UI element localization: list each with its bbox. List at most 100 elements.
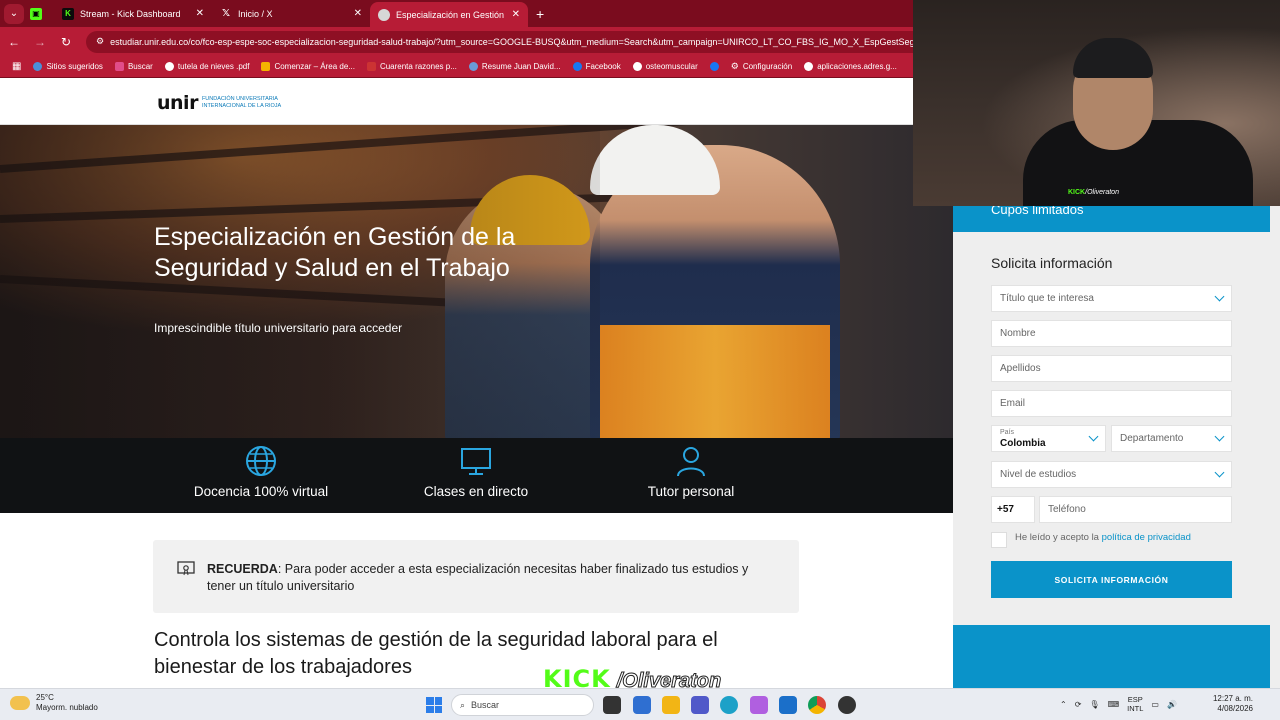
bookmark-label: aplicaciones.adres.g... bbox=[817, 62, 897, 71]
tab-title: Inicio / X bbox=[238, 8, 273, 19]
pais-select[interactable]: País Colombia bbox=[991, 425, 1106, 452]
clock[interactable]: 12:27 a. m. 4/08/2026 bbox=[1205, 694, 1253, 714]
user-icon bbox=[601, 444, 781, 478]
file-explorer-icon[interactable] bbox=[662, 696, 680, 714]
network-icon[interactable]: ▭ bbox=[1151, 700, 1159, 709]
safety-vest bbox=[600, 325, 830, 438]
apellidos-field[interactable]: Apellidos bbox=[991, 355, 1232, 382]
submit-button[interactable]: SOLICITA INFORMACIÓN bbox=[991, 561, 1232, 598]
browser-toolbar: ← → ↻ ⚙ estudiar.unir.edu.co/co/fco-esp-… bbox=[0, 27, 913, 56]
volume-icon[interactable]: 🔊 bbox=[1167, 700, 1177, 709]
privacy-policy-link[interactable]: política de privacidad bbox=[1102, 532, 1191, 543]
hard-hat-white bbox=[590, 125, 720, 195]
obs-icon[interactable] bbox=[838, 696, 856, 714]
info-request-panel: Cupos limitados Solicita información Tít… bbox=[953, 203, 1280, 688]
email-field[interactable]: Email bbox=[991, 390, 1232, 417]
bookmark-item[interactable]: Buscar bbox=[109, 62, 159, 71]
bookmark-item[interactable]: Comenzar – Área de... bbox=[255, 62, 360, 71]
bookmark-item[interactable]: tutela de nieves .pdf bbox=[159, 62, 256, 71]
system-tray: ⌃ ⟳ 🎙 ⌨ ESP INTL ▭ 🔊 bbox=[1060, 695, 1177, 713]
bookmark-item[interactable]: osteomuscular bbox=[627, 62, 704, 71]
tab-especializacion[interactable]: Especialización en Gestión de l... ✕ bbox=[370, 2, 528, 27]
bookmark-label: Comenzar – Área de... bbox=[274, 62, 355, 71]
microphone-icon[interactable]: 🎙 bbox=[1089, 700, 1099, 709]
tab-search-button[interactable]: ⌄ bbox=[4, 3, 24, 24]
browser-tab-strip: ⌄ ▣ K Stream - Kick Dashboard ✕ 𝕏 Inicio… bbox=[0, 0, 913, 27]
forward-button[interactable]: → bbox=[28, 35, 52, 49]
logo-subtitle: FUNDACIÓN UNIVERSITARIA INTERNACIONAL DE… bbox=[201, 96, 282, 109]
bookmark-label: Configuración bbox=[742, 62, 793, 71]
departamento-select[interactable]: Departamento bbox=[1111, 425, 1232, 452]
bookmark-item[interactable]: Cuarenta razones p... bbox=[361, 62, 463, 71]
taskbar-search[interactable]: ⌕ Buscar bbox=[451, 694, 594, 716]
nombre-field[interactable]: Nombre bbox=[991, 320, 1232, 347]
facebook-icon bbox=[572, 62, 582, 71]
kick-icon: ▣ bbox=[30, 7, 42, 20]
weather-text: 25°C Mayorm. nublado bbox=[36, 693, 98, 713]
close-icon[interactable]: ✕ bbox=[354, 8, 362, 19]
bookmark-label: Facebook bbox=[585, 62, 621, 71]
feature-virtual: Docencia 100% virtual bbox=[171, 444, 351, 499]
bookmark-item[interactable]: Facebook bbox=[567, 62, 627, 71]
address-bar[interactable]: ⚙ estudiar.unir.edu.co/co/fco-esp-espe-s… bbox=[86, 30, 913, 53]
bookmark-item[interactable]: aplicaciones.adres.g... bbox=[798, 62, 903, 71]
back-button[interactable]: ← bbox=[2, 35, 26, 49]
reload-button[interactable]: ↻ bbox=[54, 35, 78, 49]
keyboard-icon[interactable]: ⌨ bbox=[1108, 700, 1120, 709]
field-placeholder: Departamento bbox=[1120, 433, 1184, 444]
globe-icon bbox=[171, 444, 351, 478]
bookmark-item[interactable] bbox=[704, 62, 725, 71]
weather-temp: 25°C bbox=[36, 693, 54, 702]
certificate-icon bbox=[177, 560, 195, 581]
bookmark-label: osteomuscular bbox=[645, 62, 698, 71]
nivel-estudios-select[interactable]: Nivel de estudios bbox=[991, 461, 1232, 488]
consent-label: He leído y acepto la bbox=[1015, 532, 1099, 543]
remember-label: RECUERDA bbox=[207, 562, 278, 576]
language-indicator[interactable]: ESP INTL bbox=[1127, 695, 1143, 713]
chevron-up-icon[interactable]: ⌃ bbox=[1060, 700, 1067, 709]
chrome-icon[interactable] bbox=[808, 696, 826, 714]
store-icon[interactable] bbox=[633, 696, 651, 714]
hero-banner: Especialización en Gestión de la Segurid… bbox=[0, 125, 953, 438]
form-title: Solicita información bbox=[991, 255, 1113, 271]
site-info-icon[interactable]: ⚙ bbox=[96, 36, 104, 47]
outlook-icon[interactable] bbox=[779, 696, 797, 714]
teams-icon[interactable] bbox=[691, 696, 709, 714]
resume-icon bbox=[468, 62, 478, 71]
refresh-icon[interactable]: ⟳ bbox=[1075, 700, 1082, 709]
clock-time: 12:27 a. m. bbox=[1212, 694, 1253, 703]
phone-prefix[interactable]: +57 bbox=[991, 496, 1035, 523]
copilot-icon[interactable] bbox=[750, 696, 768, 714]
consent-text: He leído y acepto la política de privaci… bbox=[1015, 532, 1191, 543]
close-icon[interactable]: ✕ bbox=[512, 9, 520, 20]
feature-tutor: Tutor personal bbox=[601, 444, 781, 499]
pais-value: Colombia bbox=[1000, 438, 1046, 449]
tab-pinned[interactable]: ▣ bbox=[24, 0, 54, 27]
bookmark-item[interactable]: ⚙ Configuración bbox=[725, 61, 798, 72]
feature-label: Docencia 100% virtual bbox=[193, 484, 329, 499]
privacy-checkbox[interactable] bbox=[991, 532, 1007, 548]
instagram-icon bbox=[114, 62, 124, 71]
url-text: estudiar.unir.edu.co/co/fco-esp-espe-soc… bbox=[110, 36, 913, 47]
titulo-select[interactable]: Título que te interesa bbox=[991, 285, 1232, 312]
windows-start-icon[interactable] bbox=[426, 697, 442, 713]
apps-icon[interactable]: ▦ bbox=[6, 61, 27, 72]
telefono-field[interactable]: Teléfono bbox=[1039, 496, 1232, 523]
logo-word: unir bbox=[157, 92, 198, 114]
search-icon: ⌕ bbox=[460, 699, 466, 710]
tab-title: Stream - Kick Dashboard bbox=[80, 8, 181, 19]
bookmark-item[interactable]: Resume Juan David... bbox=[463, 62, 567, 71]
remember-body: : Para poder acceder a esta especializac… bbox=[207, 562, 749, 593]
globe-icon bbox=[632, 62, 642, 71]
weather-widget[interactable]: 25°C Mayorm. nublado bbox=[10, 693, 98, 713]
new-tab-button[interactable]: + bbox=[536, 6, 544, 22]
unir-logo[interactable]: unir FUNDACIÓN UNIVERSITARIA INTERNACION… bbox=[157, 92, 297, 114]
kick-icon: K bbox=[62, 7, 74, 20]
tab-x-inicio[interactable]: 𝕏 Inicio / X ✕ bbox=[212, 0, 370, 27]
close-icon[interactable]: ✕ bbox=[196, 8, 204, 19]
edge-icon[interactable] bbox=[720, 696, 738, 714]
tab-kick-dashboard[interactable]: K Stream - Kick Dashboard ✕ bbox=[54, 0, 212, 27]
bookmark-label: Sitios sugeridos bbox=[46, 62, 103, 71]
bookmark-item[interactable]: Sitios sugeridos bbox=[27, 62, 108, 71]
task-view-icon[interactable] bbox=[603, 696, 621, 714]
